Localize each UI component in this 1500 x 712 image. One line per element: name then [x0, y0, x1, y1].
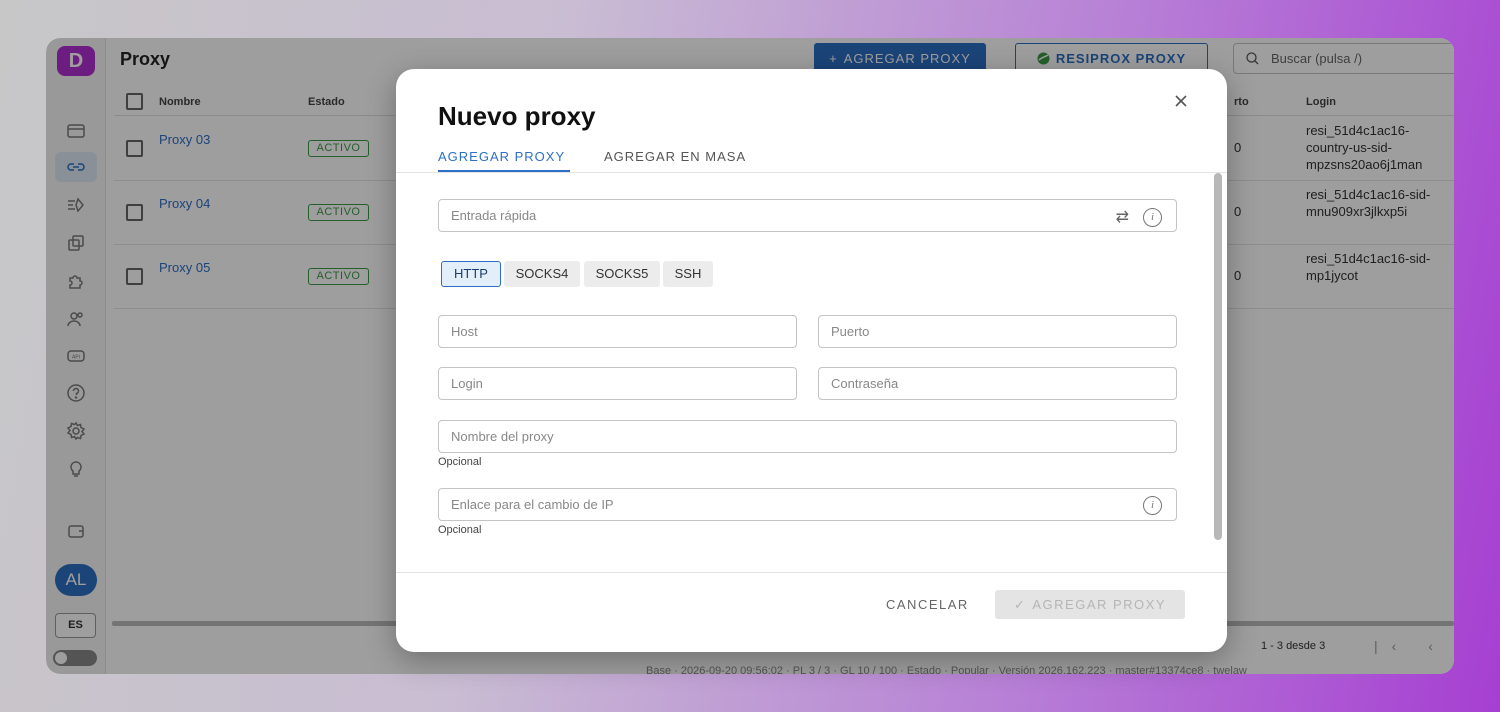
footer-divider [396, 572, 1227, 573]
ip-change-link-helper: Opcional [438, 524, 482, 536]
tab-bulk-add[interactable]: AGREGAR EN MASA [604, 149, 746, 164]
swap-icon[interactable]: ⇄ [1116, 207, 1129, 227]
port-field[interactable]: Puerto [818, 315, 1177, 348]
login-field[interactable]: Login [438, 367, 797, 400]
tabs-divider [396, 172, 1227, 173]
host-field[interactable]: Host [438, 315, 797, 348]
protocol-ssh-button[interactable]: SSH [663, 261, 713, 287]
dialog-title: Nuevo proxy [438, 101, 596, 131]
quick-input-field[interactable]: Entrada rápida ⇄ i [438, 199, 1177, 232]
proxy-name-field[interactable]: Nombre del proxy [438, 420, 1177, 453]
protocol-socks5-button[interactable]: SOCKS5 [584, 261, 660, 287]
protocol-socks4-button[interactable]: SOCKS4 [504, 261, 580, 287]
close-icon[interactable] [1173, 93, 1193, 113]
tab-add-proxy[interactable]: AGREGAR PROXY [438, 149, 565, 164]
dialog-scrollbar[interactable] [1214, 173, 1222, 540]
ip-change-link-field[interactable]: Enlace para el cambio de IP i [438, 488, 1177, 521]
new-proxy-dialog: Nuevo proxy AGREGAR PROXY AGREGAR EN MAS… [396, 69, 1227, 652]
submit-add-proxy-button[interactable]: ✓ AGREGAR PROXY [995, 590, 1185, 619]
info-icon[interactable]: i [1143, 207, 1162, 227]
check-icon: ✓ [1013, 596, 1027, 612]
cancel-button[interactable]: CANCELAR [886, 597, 969, 612]
proxy-name-helper: Opcional [438, 456, 482, 468]
protocol-http-button[interactable]: HTTP [441, 261, 501, 287]
password-field[interactable]: Contraseña [818, 367, 1177, 400]
info-icon[interactable]: i [1143, 496, 1162, 515]
